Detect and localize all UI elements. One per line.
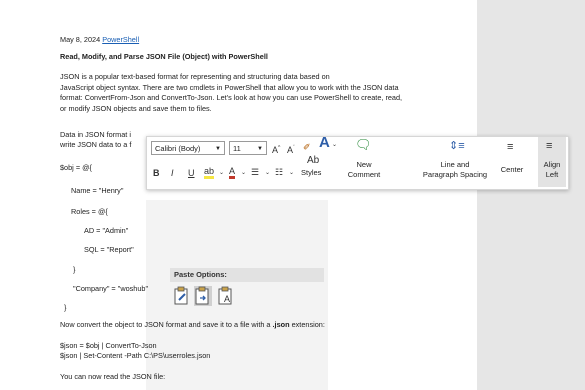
chevron-down-icon: ▼ (257, 146, 263, 152)
mini-format-toolbar: Calibri (Body) ▼ 11 ▼ A^ Aˇ ✐ A ⌄ B I U … (146, 135, 569, 190)
bullets-icon[interactable]: ☰ (251, 166, 259, 178)
code-line-6: } (73, 265, 76, 274)
chevron-down-icon: ▼ (215, 146, 221, 152)
chevron-down-icon[interactable]: ⌄ (219, 167, 224, 179)
code-line-4: AD = "Admin" (84, 226, 129, 235)
numbering-icon[interactable]: ☷ (275, 166, 283, 178)
code-line-7: "Company" = "woshub" (73, 284, 149, 293)
font-color-icon[interactable]: A (229, 166, 236, 179)
code-line-2: Name = "Henry" (71, 186, 124, 195)
read-sentence: You can now read the JSON file: (60, 372, 166, 381)
svg-text:A: A (224, 294, 230, 304)
new-comment-label-1[interactable]: New (344, 160, 384, 169)
code-line-5: SQL = "Report" (84, 245, 134, 254)
text-effects-icon[interactable]: A (319, 135, 330, 150)
align-left-button[interactable]: ≡ Align Left (538, 137, 566, 187)
json-ext-text: .json (272, 320, 290, 329)
para1-line4: or modify JSON objects and save them to … (60, 103, 212, 113)
format-painter-icon[interactable]: ✐ (303, 141, 311, 153)
convert-text-end: extension: (289, 320, 325, 329)
center-align-icon[interactable]: ≡ (507, 141, 513, 153)
convert-sentence: Now convert the object to JSON format an… (60, 320, 325, 330)
paste-options-title: Paste Options: (170, 268, 324, 282)
line-spacing-label-1[interactable]: Line and (415, 160, 495, 169)
right-side-panel (477, 0, 585, 390)
shrink-font-icon[interactable]: Aˇ (287, 142, 295, 156)
powershell-link[interactable]: PowerShell (102, 35, 139, 44)
merge-formatting-icon[interactable] (194, 286, 212, 306)
cmd-line-1: $json = $obj | ConvertTo-Json (60, 341, 157, 350)
chevron-down-icon[interactable]: ⌄ (241, 167, 246, 179)
highlight-icon[interactable]: ab (204, 166, 215, 179)
chevron-down-icon[interactable]: ⌄ (289, 167, 294, 179)
convert-text: Now convert the object to JSON format an… (60, 320, 273, 329)
chevron-down-icon[interactable]: ⌄ (265, 167, 270, 179)
underline-button[interactable]: U (188, 167, 195, 179)
para2-line2: write JSON data to a f (60, 140, 132, 149)
new-comment-label-2[interactable]: Comment (344, 170, 384, 179)
para1-line3: format: ConvertFrom-Json and ConvertTo-J… (60, 93, 403, 102)
cmd-line-2: $json | Set-Content -Path C:\PS\userrole… (60, 351, 211, 360)
article-heading: Read, Modify, and Parse JSON File (Objec… (60, 52, 268, 61)
italic-button[interactable]: I (171, 167, 174, 179)
styles-label[interactable]: Styles (301, 168, 321, 177)
chevron-down-icon[interactable]: ⌄ (332, 139, 337, 151)
line-spacing-label-2[interactable]: Paragraph Spacing (415, 170, 495, 179)
styles-icon[interactable]: Ab (307, 155, 319, 167)
para2-line1: Data in JSON format i (60, 130, 131, 139)
center-label[interactable]: Center (497, 165, 527, 174)
keep-text-only-icon[interactable]: A (217, 286, 235, 306)
para1-line1: JSON is a popular text-based format for … (60, 72, 330, 81)
code-line-8: } (64, 303, 67, 312)
align-left-label-1: Align (543, 160, 561, 169)
font-name-value: Calibri (Body) (155, 144, 201, 153)
date-line: May 8, 2024 PowerShell (60, 35, 139, 45)
paste-options-popup: Paste Options: A (170, 268, 324, 312)
grow-font-icon[interactable]: A^ (272, 142, 280, 156)
date-text: May 8, 2024 (60, 35, 101, 44)
font-size-value: 11 (233, 144, 241, 153)
code-line-1: $obj = @{ (60, 163, 92, 172)
para1-line2: JavaScript object syntax. There are two … (60, 82, 399, 92)
new-comment-icon[interactable]: 🗨 (355, 138, 372, 151)
code-line-3: Roles = @{ (71, 207, 108, 216)
font-name-dropdown[interactable]: Calibri (Body) ▼ (151, 141, 225, 155)
align-left-label-2: Left (545, 170, 559, 179)
font-size-dropdown[interactable]: 11 ▼ (229, 141, 267, 155)
document-page[interactable]: May 8, 2024 PowerShell Read, Modify, and… (0, 0, 477, 390)
keep-source-formatting-icon[interactable] (173, 286, 191, 306)
bold-button[interactable]: B (153, 167, 160, 179)
align-left-icon: ≡ (546, 140, 553, 152)
line-spacing-icon[interactable]: ⇕≡ (449, 140, 465, 152)
